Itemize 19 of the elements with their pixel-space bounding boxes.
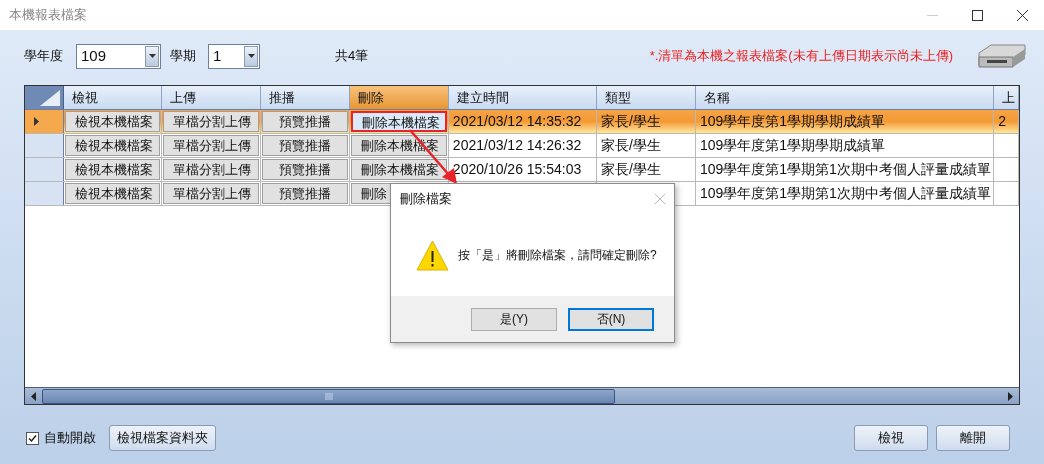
dialog-message: 按「是」將刪除檔案，請問確定刪除? (458, 247, 657, 264)
table-cell-text: 109學年度第1學期第1次期中考個人評量成績單 (699, 160, 991, 179)
table-cell-text: 2020/10/26 15:54:03 (452, 160, 582, 179)
table-cell-text: 109學年度第1學期第1次期中考個人評量成績單 (699, 184, 991, 203)
table-cell-text: 2021/03/12 14:26:32 (452, 136, 582, 155)
notice-text: *.清單為本機之報表檔案(未有上傳日期表示尚未上傳) (649, 47, 953, 66)
table-cell-text: 2 (998, 112, 1006, 131)
filter-label: 學期 (170, 47, 196, 66)
table-cell-text: 109學年度第1學期學期成績單 (699, 112, 886, 131)
table-cell-text: 2021/03/12 14:35:32 (452, 112, 582, 131)
table-cell-text: 家長/學生 (601, 112, 661, 131)
filter-label: 學年度 (24, 47, 63, 66)
table-cell-text: 家長/學生 (601, 136, 661, 155)
table-cell-text: 家長/學生 (601, 160, 661, 179)
window-title: 本機報表檔案 (8, 6, 88, 25)
checkbox-label: 自動開啟 (44, 429, 96, 448)
record-count: 共4筆 (335, 47, 369, 66)
dialog-title: 刪除檔案 (400, 190, 453, 209)
table-cell-text: 109學年度第1學期學期成績單 (699, 136, 886, 155)
